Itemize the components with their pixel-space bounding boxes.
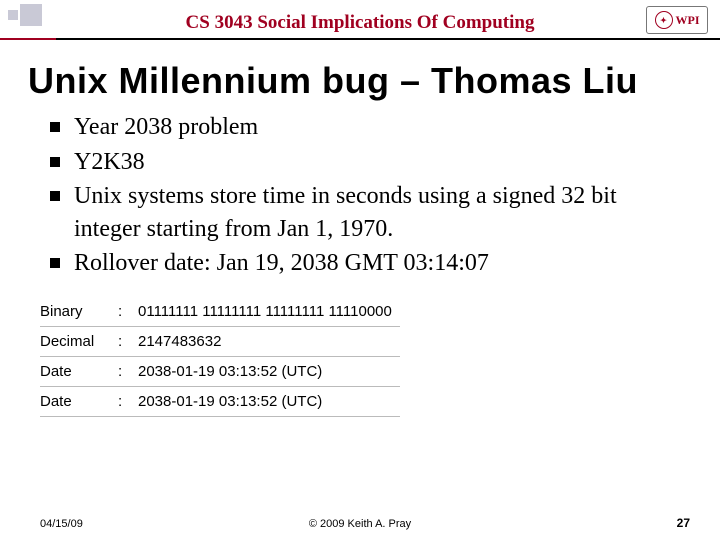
list-item: Y2K38 [50,146,680,178]
list-item: Unix systems store time in seconds using… [50,180,680,245]
bullet-text: Unix systems store time in seconds using… [74,180,680,245]
time-representation-table: Binary : 01111111 11111111 11111111 1111… [40,297,400,417]
row-label: Date [40,357,118,387]
footer-copyright: © 2009 Keith A. Pray [309,518,411,530]
bullet-icon [50,157,60,167]
wpi-logo-text: WPI [676,13,700,28]
row-sep: : [118,297,138,327]
row-value: 2038-01-19 03:13:52 (UTC) [138,387,400,417]
bullet-list: Year 2038 problem Y2K38 Unix systems sto… [50,111,680,279]
footer-date: 04/15/09 [40,518,83,530]
row-sep: : [118,327,138,357]
bullet-icon [50,191,60,201]
slide-title: Unix Millennium bug – Thomas Liu [28,60,692,101]
course-title: CS 3043 Social Implications Of Computing [186,12,535,34]
list-item: Rollover date: Jan 19, 2038 GMT 03:14:07 [50,247,680,279]
decor-square [20,4,42,26]
table-row: Date : 2038-01-19 03:13:52 (UTC) [40,357,400,387]
row-value: 2147483632 [138,327,400,357]
slide-header: CS 3043 Social Implications Of Computing… [0,0,720,40]
row-label: Date [40,387,118,417]
table-row: Binary : 01111111 11111111 11111111 1111… [40,297,400,327]
row-value: 01111111 11111111 11111111 11110000 [138,297,400,327]
row-value: 2038-01-19 03:13:52 (UTC) [138,357,400,387]
row-sep: : [118,387,138,417]
wpi-logo: ✦ WPI [646,6,708,34]
accent-bar [0,38,56,40]
bullet-text: Rollover date: Jan 19, 2038 GMT 03:14:07 [74,247,680,279]
row-sep: : [118,357,138,387]
wpi-seal-icon: ✦ [655,11,673,29]
table-row: Date : 2038-01-19 03:13:52 (UTC) [40,387,400,417]
bullet-text: Year 2038 problem [74,111,680,143]
decor-square [8,10,18,20]
bullet-text: Y2K38 [74,146,680,178]
list-item: Year 2038 problem [50,111,680,143]
bullet-icon [50,122,60,132]
table-row: Decimal : 2147483632 [40,327,400,357]
bullet-icon [50,258,60,268]
row-label: Decimal [40,327,118,357]
row-label: Binary [40,297,118,327]
page-number: 27 [677,516,690,530]
header-decoration [8,4,42,26]
